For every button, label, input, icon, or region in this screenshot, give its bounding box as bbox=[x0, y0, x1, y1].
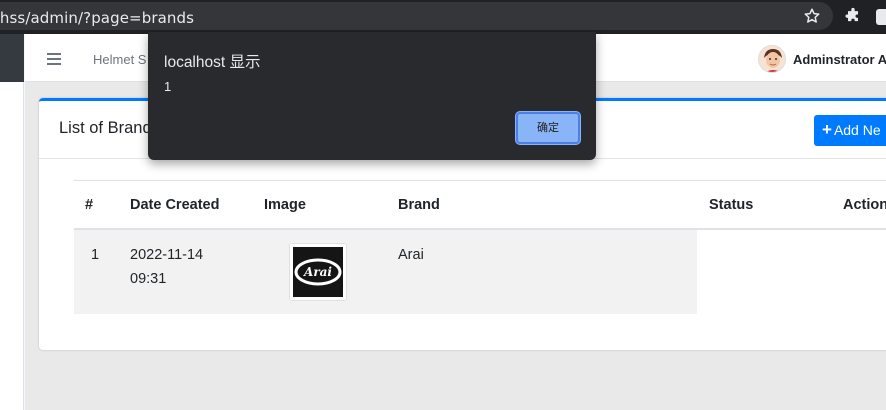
sidebar bbox=[0, 34, 24, 410]
column-header-date-created[interactable]: Date Created bbox=[130, 197, 219, 213]
alert-dialog: localhost 显示 1 确定 bbox=[148, 32, 596, 160]
column-header-number[interactable]: # bbox=[85, 197, 93, 213]
dialog-title: localhost 显示 bbox=[164, 54, 261, 71]
profile-button-edge[interactable] bbox=[876, 9, 886, 25]
user-name[interactable]: Adminstrator A bbox=[793, 52, 886, 67]
row-number: 1 bbox=[91, 247, 100, 263]
column-header-action[interactable]: Action bbox=[843, 197, 886, 213]
url-text[interactable]: /E/hss/admin/?page=brands bbox=[0, 9, 194, 27]
browser-address-bar: /E/hss/admin/?page=brands bbox=[0, 0, 886, 34]
site-title[interactable]: Helmet S bbox=[93, 52, 146, 67]
brand-logo-image: Arai bbox=[289, 243, 347, 301]
row-date: 2022-11-14 bbox=[130, 247, 204, 263]
row-brand: Arai bbox=[398, 247, 424, 263]
table-header: # Date Created Image Brand Status Action bbox=[74, 180, 886, 230]
dialog-message: 1 bbox=[164, 79, 172, 94]
table-row: 1 2022-11-14 09:31 Arai Arai bbox=[74, 230, 697, 314]
avatar[interactable] bbox=[758, 45, 786, 73]
add-new-label: Add Ne bbox=[833, 122, 881, 138]
card-title: List of Brand bbox=[59, 119, 152, 137]
column-header-status[interactable]: Status bbox=[709, 197, 753, 213]
ok-button[interactable]: 确定 bbox=[516, 112, 580, 144]
sidebar-brand-area bbox=[0, 34, 24, 82]
row-time: 09:31 bbox=[130, 271, 167, 287]
add-new-button[interactable]: + Add Ne bbox=[814, 115, 886, 146]
puzzle-extension-icon[interactable] bbox=[843, 7, 863, 27]
plus-icon: + bbox=[822, 120, 832, 139]
column-header-brand[interactable]: Brand bbox=[398, 197, 440, 213]
url-omnibox[interactable]: /E/hss/admin/?page=brands bbox=[0, 2, 833, 30]
hamburger-menu-icon[interactable] bbox=[47, 53, 61, 65]
star-icon[interactable] bbox=[803, 7, 821, 25]
column-header-image[interactable]: Image bbox=[264, 197, 306, 213]
logo-lettering: Arai bbox=[303, 265, 332, 279]
